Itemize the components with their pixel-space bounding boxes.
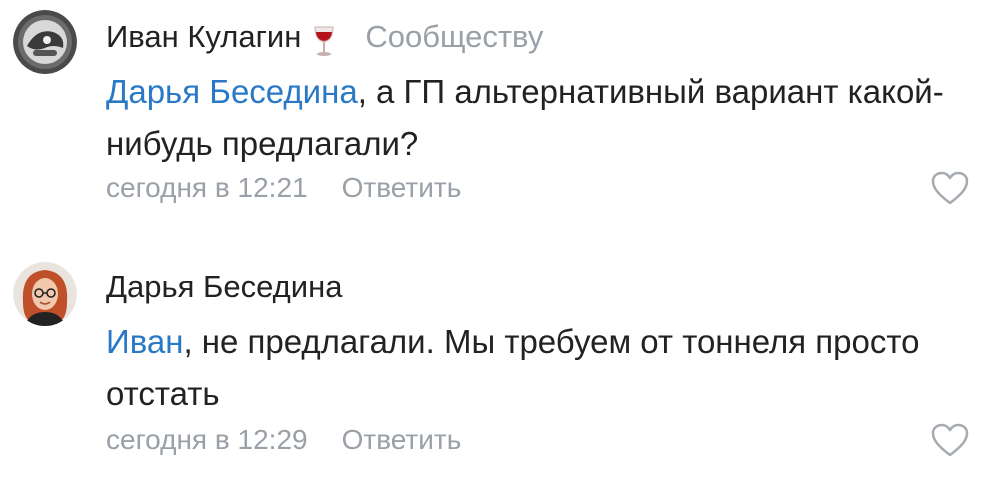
comment-item: Дарья Беседина Иван, не предлагали. Мы т… <box>0 250 981 483</box>
mention-link[interactable]: Дарья Беседина <box>106 73 358 110</box>
avatar[interactable] <box>13 10 77 74</box>
heart-outline-icon <box>931 171 969 205</box>
comment-text: Дарья Беседина, а ГП альтернативный вари… <box>106 66 966 170</box>
like-button[interactable] <box>930 422 970 458</box>
comment-meta: сегодня в 12:21 Ответить <box>106 172 461 204</box>
avatar-image <box>13 262 77 326</box>
comment-item: Иван Кулагин Сообществу Дарья Беседина, … <box>0 0 981 240</box>
reply-button[interactable]: Ответить <box>342 172 462 203</box>
reply-button[interactable]: Ответить <box>342 424 462 455</box>
author-name[interactable]: Иван Кулагин <box>106 19 301 55</box>
avatar[interactable] <box>13 262 77 326</box>
comment-header: Иван Кулагин Сообществу <box>106 14 543 60</box>
wine-glass-icon <box>313 24 335 58</box>
like-button[interactable] <box>930 170 970 206</box>
timestamp[interactable]: сегодня в 12:21 <box>106 172 308 203</box>
avatar-image <box>13 10 77 74</box>
heart-outline-icon <box>931 423 969 457</box>
author-name[interactable]: Дарья Беседина <box>106 269 342 305</box>
comment-text: Иван, не предлагали. Мы требуем от тонне… <box>106 316 966 420</box>
community-label[interactable]: Сообществу <box>365 19 543 55</box>
comment-body: , не предлагали. Мы требуем от тоннеля п… <box>106 323 920 412</box>
comment-header: Дарья Беседина <box>106 264 342 310</box>
mention-link[interactable]: Иван <box>106 323 183 360</box>
timestamp[interactable]: сегодня в 12:29 <box>106 424 308 455</box>
comment-meta: сегодня в 12:29 Ответить <box>106 424 461 456</box>
